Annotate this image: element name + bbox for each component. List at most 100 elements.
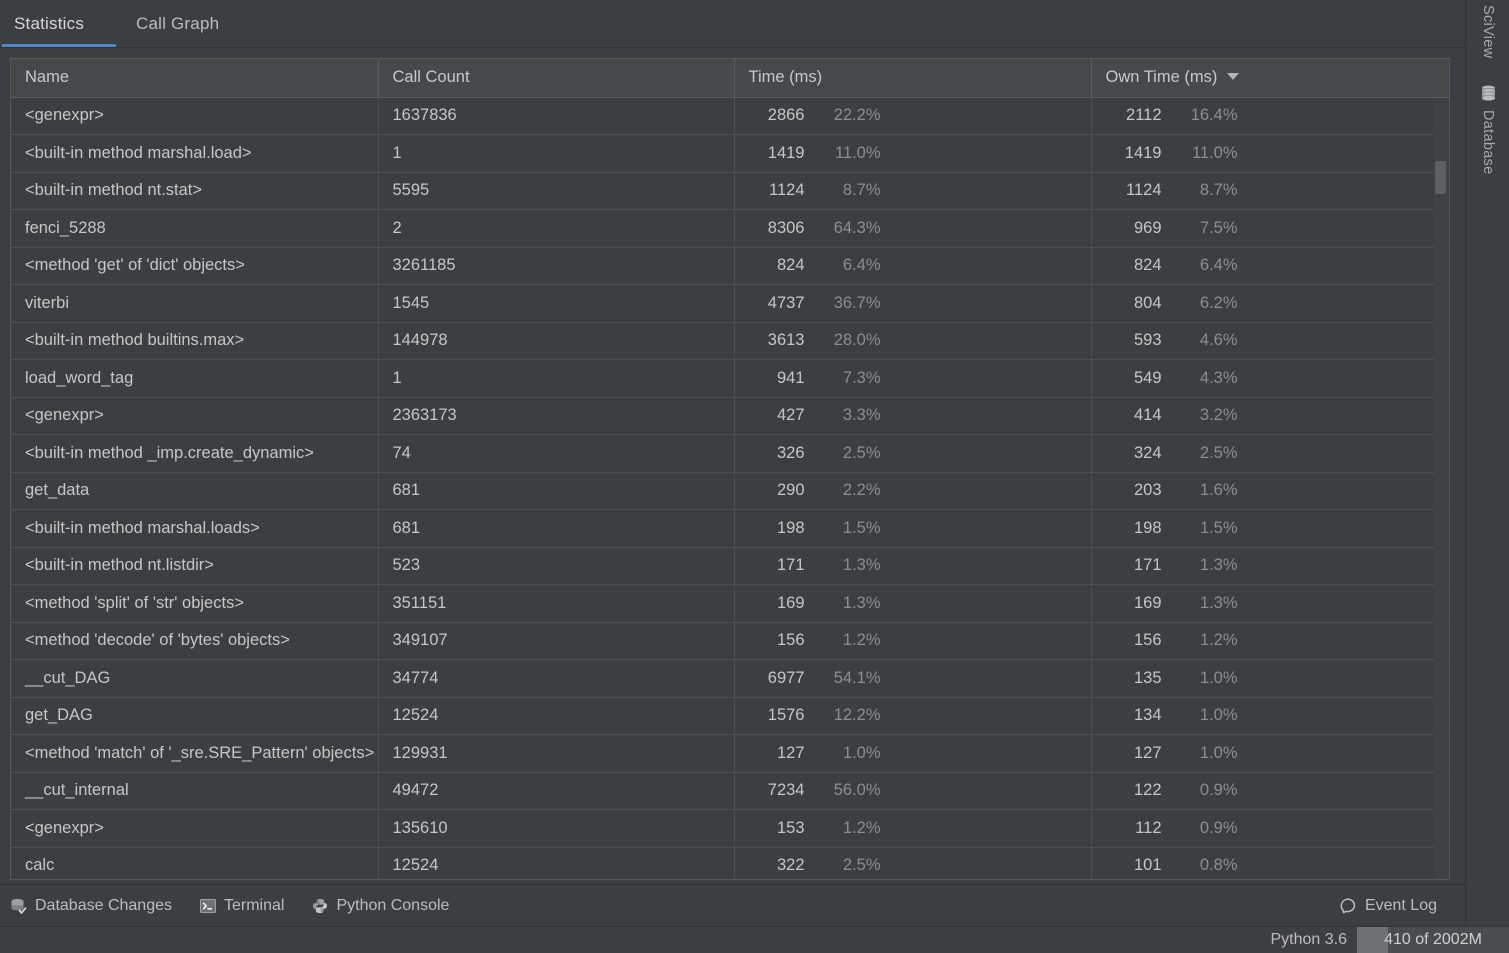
table-row[interactable]: <built-in method marshal.loads> 681 198 1.5… xyxy=(11,509,1449,548)
cell-call-count: 74 xyxy=(378,434,735,473)
table-row[interactable]: <genexpr> 1637836 2866 22.2% 2112 16.4% xyxy=(11,97,1449,135)
cell-time-percent: 6.4% xyxy=(842,256,881,275)
column-header-call-count-label: Call Count xyxy=(392,68,470,87)
column-header-name[interactable]: Name xyxy=(11,59,379,98)
sidebar-item-sciview-label: SciView xyxy=(1480,5,1496,59)
cell-time: 171 1.3% xyxy=(734,547,1092,585)
table-vertical-scrollbar[interactable] xyxy=(1434,98,1448,879)
cell-time-value: 169 xyxy=(776,593,805,612)
cell-call-count: 523 xyxy=(378,547,735,585)
statusbar-item-event-log[interactable]: Event Log xyxy=(1329,885,1451,927)
cell-own-time-value: 156 xyxy=(1133,631,1162,650)
cell-name: <built-in method marshal.load> xyxy=(11,134,379,173)
cell-call-count: 2 xyxy=(378,209,735,248)
cell-time-percent: 1.3% xyxy=(842,593,881,612)
column-header-call-count[interactable]: Call Count xyxy=(378,59,735,98)
table-row[interactable]: load_word_tag 1 941 7.3% 549 4.3% xyxy=(11,359,1449,398)
cell-time: 1419 11.0% xyxy=(734,134,1092,173)
cell-own-time: 134 1.0% xyxy=(1091,697,1449,735)
table-row[interactable]: <genexpr> 2363173 427 3.3% 414 3.2% xyxy=(11,397,1449,435)
table-row[interactable]: get_data 681 290 2.2% 203 1.6% xyxy=(11,472,1449,510)
cell-own-time-value: 324 xyxy=(1133,443,1162,462)
cell-call-count: 2363173 xyxy=(378,397,735,435)
cell-name: <method 'match' of '_sre.SRE_Pattern' ob… xyxy=(11,734,379,773)
table-row[interactable]: __cut_DAG 34774 6977 54.1% 135 1.0% xyxy=(11,659,1449,698)
cell-time-value: 941 xyxy=(776,368,805,387)
profiler-window: Statistics Call Graph Name Call Count Ti… xyxy=(0,0,1509,953)
cell-own-time: 969 7.5% xyxy=(1091,209,1449,248)
cell-call-count: 12524 xyxy=(378,697,735,735)
cell-name: __cut_internal xyxy=(11,772,379,810)
cell-time-value: 127 xyxy=(776,743,805,762)
cell-time-percent: 2.5% xyxy=(842,856,881,875)
cell-name: get_data xyxy=(11,472,379,510)
table-row[interactable]: <built-in method _imp.create_dynamic> 74 3… xyxy=(11,434,1449,473)
cell-own-time-percent: 4.6% xyxy=(1199,331,1238,350)
cell-own-time-value: 169 xyxy=(1133,593,1162,612)
cell-call-count: 3261185 xyxy=(378,247,735,285)
cell-time-percent: 64.3% xyxy=(833,218,881,237)
statusbar-item-terminal[interactable]: Terminal xyxy=(186,885,298,927)
table-row[interactable]: <built-in method marshal.load> 1 1419 11.0%… xyxy=(11,134,1449,173)
ide-bottom-bar: Python 3.6 410 of 2002M xyxy=(0,927,1509,953)
table-row[interactable]: get_DAG 12524 1576 12.2% 134 1.0% xyxy=(11,697,1449,735)
cell-call-count: 129931 xyxy=(378,734,735,773)
memory-indicator-label: 410 of 2002M xyxy=(1384,931,1482,948)
cell-name: fenci_5288 xyxy=(11,209,379,248)
cell-own-time-percent: 0.9% xyxy=(1199,818,1238,837)
memory-indicator[interactable]: 410 of 2002M xyxy=(1357,927,1509,953)
cell-name: <built-in method marshal.loads> xyxy=(11,509,379,548)
table-vertical-scrollbar-thumb[interactable] xyxy=(1435,161,1446,194)
cell-call-count: 681 xyxy=(378,509,735,548)
cell-time-percent: 1.3% xyxy=(842,556,881,575)
table-row[interactable]: viterbi 1545 4737 36.7% 804 6.2% xyxy=(11,284,1449,323)
cell-call-count: 49472 xyxy=(378,772,735,810)
cell-own-time: 824 6.4% xyxy=(1091,247,1449,285)
table-row[interactable]: <genexpr> 135610 153 1.2% 112 0.9% xyxy=(11,809,1449,848)
table-row[interactable]: fenci_5288 2 8306 64.3% 969 7.5% xyxy=(11,209,1449,248)
cell-own-time-percent: 16.4% xyxy=(1190,106,1238,125)
table-row[interactable]: <method 'get' of 'dict' objects> 3261185 8… xyxy=(11,247,1449,285)
tab-call-graph-label: Call Graph xyxy=(136,14,220,33)
cell-own-time: 122 0.9% xyxy=(1091,772,1449,810)
table-row[interactable]: <built-in method nt.stat> 5595 1124 8.7% 112… xyxy=(11,172,1449,210)
cell-own-time: 1419 11.0% xyxy=(1091,134,1449,173)
cell-name: <method 'get' of 'dict' objects> xyxy=(11,247,379,285)
cell-own-time-percent: 11.0% xyxy=(1191,143,1238,162)
statusbar-item-python-console-label: Python Console xyxy=(336,897,450,914)
table-row[interactable]: <built-in method builtins.max> 144978 3613… xyxy=(11,322,1449,360)
sidebar-item-sciview[interactable]: SciView xyxy=(1466,2,1509,61)
sort-desc-caret-icon xyxy=(1227,73,1240,81)
cell-own-time: 127 1.0% xyxy=(1091,734,1449,773)
cell-own-time-value: 1124 xyxy=(1126,181,1162,200)
cell-call-count: 34774 xyxy=(378,659,735,698)
cell-own-time-percent: 8.7% xyxy=(1199,181,1238,200)
table-row[interactable]: __cut_internal 49472 7234 56.0% 122 0.9% xyxy=(11,772,1449,810)
cell-call-count: 144978 xyxy=(378,322,735,360)
sidebar-item-database[interactable]: Database xyxy=(1466,85,1509,177)
tab-call-graph[interactable]: Call Graph xyxy=(122,3,233,45)
table-row[interactable]: <method 'decode' of 'bytes' objects> 3491… xyxy=(11,622,1449,660)
cell-own-time: 112 0.9% xyxy=(1091,809,1449,848)
cell-own-time-percent: 4.3% xyxy=(1199,368,1238,387)
cell-own-time: 414 3.2% xyxy=(1091,397,1449,435)
cell-time-percent: 1.2% xyxy=(842,631,881,650)
statusbar-item-python-console[interactable]: Python Console xyxy=(298,885,463,927)
table-row[interactable]: calc 12524 322 2.5% 101 0.8% xyxy=(11,847,1449,879)
tab-statistics[interactable]: Statistics xyxy=(0,3,98,45)
cell-own-time-percent: 1.0% xyxy=(1199,668,1238,687)
cell-own-time-value: 203 xyxy=(1133,481,1162,500)
cell-own-time-value: 134 xyxy=(1133,706,1162,725)
column-header-time[interactable]: Time (ms) xyxy=(734,59,1092,98)
cell-time: 8306 64.3% xyxy=(734,209,1092,248)
cell-time: 7234 56.0% xyxy=(734,772,1092,810)
python-interpreter-label[interactable]: Python 3.6 xyxy=(1271,931,1348,949)
column-header-own-time[interactable]: Own Time (ms) xyxy=(1091,59,1449,98)
statistics-table: Name Call Count Time (ms) Own Time (ms) xyxy=(11,59,1449,879)
table-row[interactable]: <built-in method nt.listdir> 523 171 1.3% 17… xyxy=(11,547,1449,585)
statusbar-item-database-changes[interactable]: Database Changes xyxy=(0,885,186,927)
cell-own-time-value: 549 xyxy=(1133,368,1162,387)
table-row[interactable]: <method 'split' of 'str' objects> 351151 1… xyxy=(11,584,1449,623)
table-row[interactable]: <method 'match' of '_sre.SRE_Pattern' ob… xyxy=(11,734,1449,773)
tool-window-statusbar: Database Changes Terminal Python Console xyxy=(0,885,1465,927)
